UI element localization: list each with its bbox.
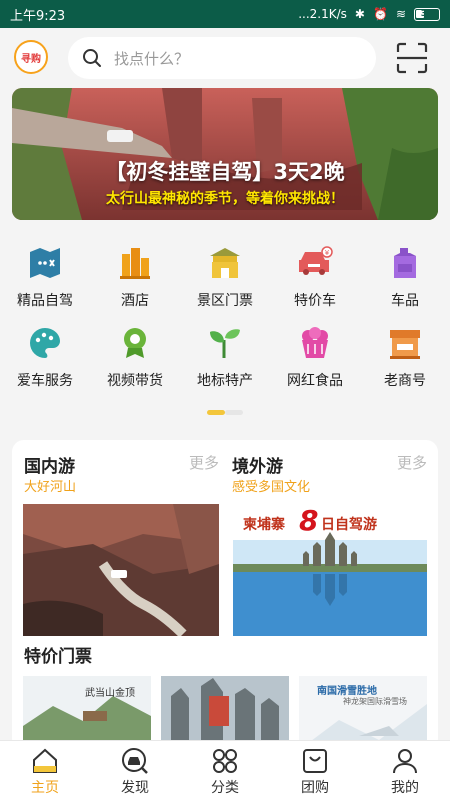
category-hotel[interactable]: 酒店 bbox=[90, 246, 180, 310]
travel-card: 国内游 大好河山 更多 境外游 感受多国文化 更多 柬埔寨 8 日自驾游 特价门… bbox=[12, 440, 438, 750]
tab-group-buy[interactable]: 团购 bbox=[270, 747, 360, 797]
category-icon bbox=[213, 749, 237, 773]
group-buy-icon bbox=[303, 749, 327, 773]
tab-label: 发现 bbox=[121, 780, 149, 796]
poster-title: 柬埔寨 bbox=[243, 517, 285, 533]
gate-icon bbox=[210, 248, 240, 278]
domestic-subtitle: 大好河山 bbox=[24, 480, 77, 495]
domestic-title: 国内游 bbox=[24, 457, 75, 477]
category-local-specialty[interactable]: 地标特产 bbox=[180, 326, 270, 390]
tab-category[interactable]: 分类 bbox=[180, 747, 270, 797]
battery-level: 34 bbox=[420, 8, 434, 19]
palette-icon bbox=[30, 328, 60, 358]
banner-title: 【初冬挂壁自驾】3天2晚 bbox=[105, 160, 345, 184]
tab-label: 我的 bbox=[391, 780, 419, 796]
overseas-more-link[interactable]: 更多 bbox=[397, 452, 427, 473]
hotel-icon bbox=[120, 248, 150, 279]
app-logo[interactable]: 寻购 bbox=[14, 40, 48, 74]
tab-profile[interactable]: 我的 bbox=[360, 747, 450, 797]
category-tickets[interactable]: 景区门票 bbox=[180, 246, 270, 310]
category-label: 精品自驾 bbox=[17, 293, 73, 309]
category-label: 景区门票 bbox=[197, 293, 253, 309]
scan-icon[interactable] bbox=[396, 42, 428, 74]
poster-tail: 日自驾游 bbox=[321, 517, 377, 533]
category-label: 视频带货 bbox=[107, 373, 163, 389]
category-car-goods[interactable]: 车品 bbox=[360, 246, 450, 310]
overseas-title: 境外游 bbox=[232, 457, 283, 477]
domestic-more-link[interactable]: 更多 bbox=[189, 452, 219, 473]
category-label: 特价车 bbox=[294, 293, 336, 309]
discover-car-icon bbox=[122, 748, 148, 774]
stone-forest-image bbox=[161, 676, 289, 750]
car-icon: ¥ bbox=[299, 246, 333, 275]
logo-text: 寻购 bbox=[21, 53, 41, 65]
category-old-brand[interactable]: 老商号 bbox=[360, 326, 450, 390]
ticket-caption-sub: 神龙架国际滑雪场 bbox=[343, 697, 407, 706]
svg-text:¥: ¥ bbox=[325, 249, 330, 257]
poster-days: 8 bbox=[299, 504, 319, 537]
sprout-icon bbox=[210, 329, 240, 358]
tab-label: 团购 bbox=[301, 780, 329, 796]
ticket-item[interactable] bbox=[161, 676, 289, 750]
status-time: 上午9:23 bbox=[10, 8, 66, 24]
cliff-road-image bbox=[23, 504, 219, 636]
net-speed: ...2.1K/s bbox=[298, 7, 347, 21]
status-bar: 上午9:23 ...2.1K/s ✱ ⏰ ≋ 34 bbox=[0, 0, 450, 28]
bottom-tab-bar: 主页 发现 分类 团购 我的 bbox=[0, 740, 450, 800]
category-label: 爱车服务 bbox=[17, 373, 73, 389]
category-label: 地标特产 bbox=[197, 373, 253, 389]
bluetooth-icon: ✱ bbox=[354, 7, 365, 21]
overseas-subtitle: 感受多国文化 bbox=[232, 480, 311, 495]
tab-discover[interactable]: 发现 bbox=[90, 747, 180, 797]
oil-can-icon bbox=[394, 248, 416, 278]
battery-icon: 34 bbox=[414, 7, 440, 21]
medal-icon bbox=[124, 328, 146, 358]
ticket-caption: 南国滑雪胜地 bbox=[317, 686, 377, 697]
domestic-image[interactable] bbox=[23, 504, 219, 636]
wifi-icon: ≋ bbox=[395, 7, 406, 21]
search-placeholder: 找点什么？ bbox=[114, 49, 190, 68]
category-self-drive[interactable]: 精品自驾 bbox=[0, 246, 90, 310]
category-video-sales[interactable]: 视频带货 bbox=[90, 326, 180, 390]
home-icon bbox=[33, 748, 57, 773]
page-dot bbox=[225, 410, 243, 415]
ticket-caption: 武当山金顶 bbox=[85, 688, 135, 699]
category-label: 老商号 bbox=[384, 373, 426, 389]
promo-banner[interactable]: 【初冬挂壁自驾】3天2晚 太行山最神秘的季节，等着你来挑战！ bbox=[12, 88, 438, 220]
tab-label: 主页 bbox=[31, 780, 59, 796]
category-label: 车品 bbox=[391, 293, 419, 309]
category-label: 酒店 bbox=[121, 293, 149, 309]
category-label: 网红食品 bbox=[287, 373, 343, 389]
page-indicator bbox=[207, 410, 243, 415]
category-internet-food[interactable]: 网红食品 bbox=[270, 326, 360, 390]
tab-label: 分类 bbox=[211, 780, 239, 796]
category-special-car[interactable]: ¥ 特价车 bbox=[270, 246, 360, 310]
ticket-item[interactable]: 武当山金顶 bbox=[23, 676, 151, 750]
ticket-item[interactable]: 南国滑雪胜地 神龙架国际滑雪场 bbox=[299, 676, 427, 750]
shop-icon bbox=[390, 330, 420, 359]
overseas-image[interactable]: 柬埔寨 8 日自驾游 bbox=[233, 504, 427, 636]
user-icon bbox=[393, 749, 417, 774]
road-map-icon bbox=[30, 248, 60, 278]
category-car-service[interactable]: 爱车服务 bbox=[0, 326, 90, 390]
tab-home[interactable]: 主页 bbox=[0, 747, 90, 797]
cake-icon bbox=[302, 327, 328, 358]
page-dot-active bbox=[207, 410, 225, 415]
tickets-title: 特价门票 bbox=[24, 647, 92, 667]
header: 寻购 找点什么？ bbox=[0, 28, 450, 88]
banner-subtitle: 太行山最神秘的季节，等着你来挑战！ bbox=[106, 191, 344, 207]
search-icon bbox=[83, 49, 101, 67]
alarm-icon: ⏰ bbox=[372, 7, 388, 21]
search-input[interactable]: 找点什么？ bbox=[68, 37, 376, 79]
